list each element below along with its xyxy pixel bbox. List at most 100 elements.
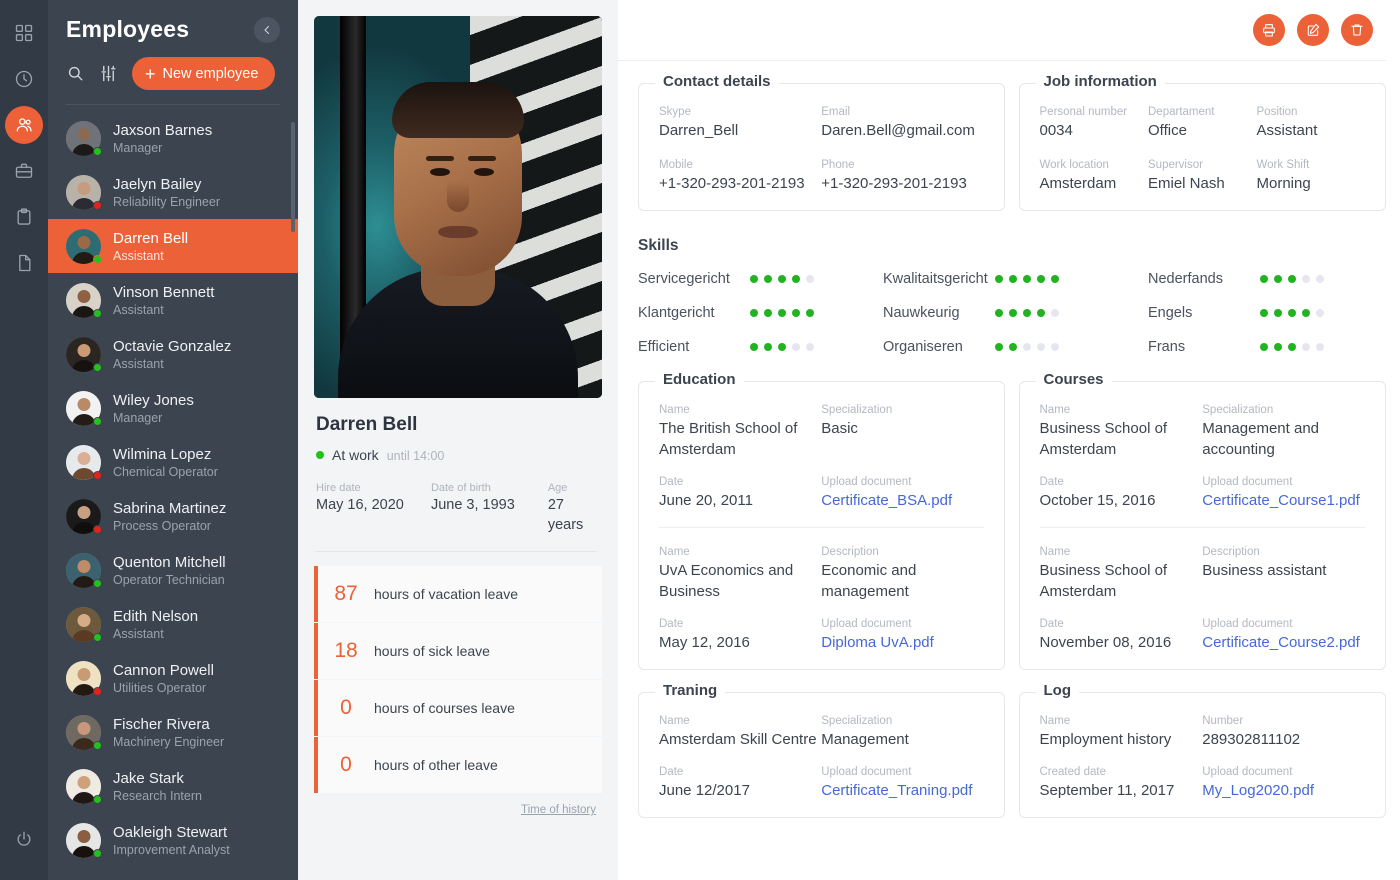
- employees-toolbar: + New employee: [48, 47, 298, 104]
- skill-dot-icon: [792, 275, 800, 283]
- employee-role: Assistant: [113, 356, 164, 371]
- employee-name: Fischer Rivera: [113, 715, 210, 733]
- field-label: Skype: [659, 106, 691, 118]
- print-button[interactable]: [1253, 14, 1285, 46]
- employee-list-item[interactable]: Sabrina Martinez Process Operator: [48, 489, 298, 543]
- document-link[interactable]: Certificate_Course1.pdf: [1202, 490, 1365, 511]
- edit-button[interactable]: [1297, 14, 1329, 46]
- skill-dot-icon: [1037, 309, 1045, 317]
- dashboard-grid-icon[interactable]: [5, 14, 43, 52]
- employee-role: Chemical Operator: [113, 464, 218, 479]
- document-link[interactable]: Certificate_BSA.pdf: [821, 490, 983, 511]
- document-link[interactable]: Certificate_Course2.pdf: [1202, 632, 1365, 653]
- skill-dot-icon: [1316, 343, 1324, 351]
- new-employee-button[interactable]: + New employee: [132, 57, 276, 90]
- collapse-panel-button[interactable]: [254, 16, 280, 43]
- document-link[interactable]: Certificate_Traning.pdf: [821, 780, 983, 801]
- document-icon[interactable]: [5, 244, 43, 282]
- employee-list-item[interactable]: Edith Nelson Assistant: [48, 597, 298, 651]
- field-value: November 08, 2016: [1039, 634, 1172, 651]
- skill-name: Klantgericht: [638, 305, 715, 321]
- employee-role: Process Operator: [113, 518, 211, 533]
- employee-list-item[interactable]: Wilmina Lopez Chemical Operator: [48, 435, 298, 489]
- employee-list-item[interactable]: Octavie Gonzalez Assistant: [48, 327, 298, 381]
- field[interactable]: Upload document Certificate_Traning.pdf: [821, 764, 983, 801]
- skill-dot-icon: [806, 343, 814, 351]
- employee-list-item[interactable]: Vinson Bennett Assistant: [48, 273, 298, 327]
- employee-list-item[interactable]: Cannon Powell Utilities Operator: [48, 651, 298, 705]
- clipboard-icon[interactable]: [5, 198, 43, 236]
- field-label: Name: [659, 715, 690, 727]
- filter-sliders-icon[interactable]: [99, 64, 118, 83]
- presence-dot-icon: [93, 632, 102, 642]
- leave-hours: 0: [340, 696, 352, 719]
- entry: Name The British School of Amsterdam Speci…: [659, 402, 984, 511]
- status-dot-icon: [316, 451, 324, 459]
- delete-button[interactable]: [1341, 14, 1373, 46]
- avatar: [66, 498, 102, 534]
- app-root: Employees + New employee Jaxson Barnes Ma…: [0, 0, 1400, 880]
- presence-dot-icon: [93, 740, 102, 750]
- field[interactable]: Upload document Diploma UvA.pdf: [821, 616, 983, 653]
- presence-dot-icon: [93, 524, 102, 534]
- education-panel: Education Name The British School of Amst…: [638, 371, 1005, 670]
- field: Name The British School of Amsterdam: [659, 402, 821, 460]
- employee-list-item[interactable]: Jake Stark Research Intern: [48, 759, 298, 813]
- employees-header: Employees: [48, 0, 298, 47]
- entry: Name UvA Economics and Business Descriptio…: [659, 544, 984, 653]
- skill-dot-icon: [1009, 275, 1017, 283]
- field: Date May 12, 2016: [659, 616, 821, 653]
- employee-list-item[interactable]: Darren Bell Assistant: [48, 219, 298, 273]
- leave-summary-list: 87 hours of vacation leave 18 hours of sick…: [314, 566, 602, 793]
- field: Work Shift Morning: [1257, 157, 1366, 194]
- skill-item: Nauwkeurig: [883, 305, 1148, 321]
- clock-icon[interactable]: [5, 60, 43, 98]
- field-value: June 20, 2011: [659, 492, 753, 509]
- power-icon[interactable]: [5, 820, 43, 858]
- skills-section: Skills Servicegericht Kwalitaitsgericht Ne…: [618, 211, 1386, 355]
- presence-dot-icon: [93, 848, 102, 858]
- document-link[interactable]: My_Log2020.pdf: [1202, 780, 1365, 801]
- skill-item: Efficient: [638, 339, 883, 355]
- field[interactable]: Upload document Certificate_Course1.pdf: [1202, 474, 1365, 511]
- document-link[interactable]: Diploma UvA.pdf: [821, 632, 983, 653]
- employee-list-item[interactable]: Jaelyn Bailey Reliability Engineer: [48, 165, 298, 219]
- training-legend: Traning: [655, 682, 726, 699]
- field[interactable]: Upload document My_Log2020.pdf: [1202, 764, 1365, 801]
- field-label: Phone: [821, 159, 855, 171]
- profile-fact: Hire date May 16, 2020: [316, 481, 431, 535]
- profile-name: Darren Bell: [316, 414, 418, 435]
- search-icon[interactable]: [66, 64, 85, 83]
- field[interactable]: Upload document Certificate_Course2.pdf: [1202, 616, 1365, 653]
- field: Email Daren.Bell@gmail.com: [821, 104, 983, 141]
- field[interactable]: Upload document Certificate_BSA.pdf: [821, 474, 983, 511]
- employee-list-item[interactable]: Jaxson Barnes Manager: [48, 111, 298, 165]
- employee-list-item[interactable]: Oakleigh Stewart Improvement Analyst: [48, 813, 298, 867]
- employee-role: Assistant: [113, 302, 164, 317]
- people-icon[interactable]: [5, 106, 43, 144]
- employee-name: Quenton Mitchell: [113, 553, 226, 571]
- employee-role: Utilities Operator: [113, 680, 207, 695]
- field: Mobile +1-320-293-201-2193: [659, 157, 821, 194]
- entry: Name Business School of Amsterdam Descript…: [1040, 544, 1366, 653]
- briefcase-icon[interactable]: [5, 152, 43, 190]
- skill-item: Frans: [1148, 339, 1386, 355]
- skill-rating: [1260, 275, 1324, 283]
- employee-list-item[interactable]: Quenton Mitchell Operator Technician: [48, 543, 298, 597]
- employee-list-scrollbar[interactable]: [291, 122, 295, 232]
- avatar: [66, 552, 102, 588]
- employee-list[interactable]: Jaxson Barnes Manager Jaelyn Bailey Reliabi…: [48, 105, 298, 880]
- skill-dot-icon: [995, 343, 1003, 351]
- employee-list-item[interactable]: Wiley Jones Manager: [48, 381, 298, 435]
- employees-panel: Employees + New employee Jaxson Barnes Ma…: [48, 0, 298, 880]
- skill-dot-icon: [995, 275, 1003, 283]
- field-value: September 11, 2017: [1039, 782, 1175, 799]
- employee-list-item[interactable]: Fischer Rivera Machinery Engineer: [48, 705, 298, 759]
- skill-dot-icon: [1260, 275, 1268, 283]
- avatar: [66, 282, 102, 318]
- field-value: Daren.Bell@gmail.com: [821, 122, 975, 139]
- avatar: [66, 606, 102, 642]
- time-of-history-link[interactable]: Time of history: [521, 804, 596, 816]
- profile-fact: Age 27 years: [548, 481, 602, 535]
- avatar: [66, 390, 102, 426]
